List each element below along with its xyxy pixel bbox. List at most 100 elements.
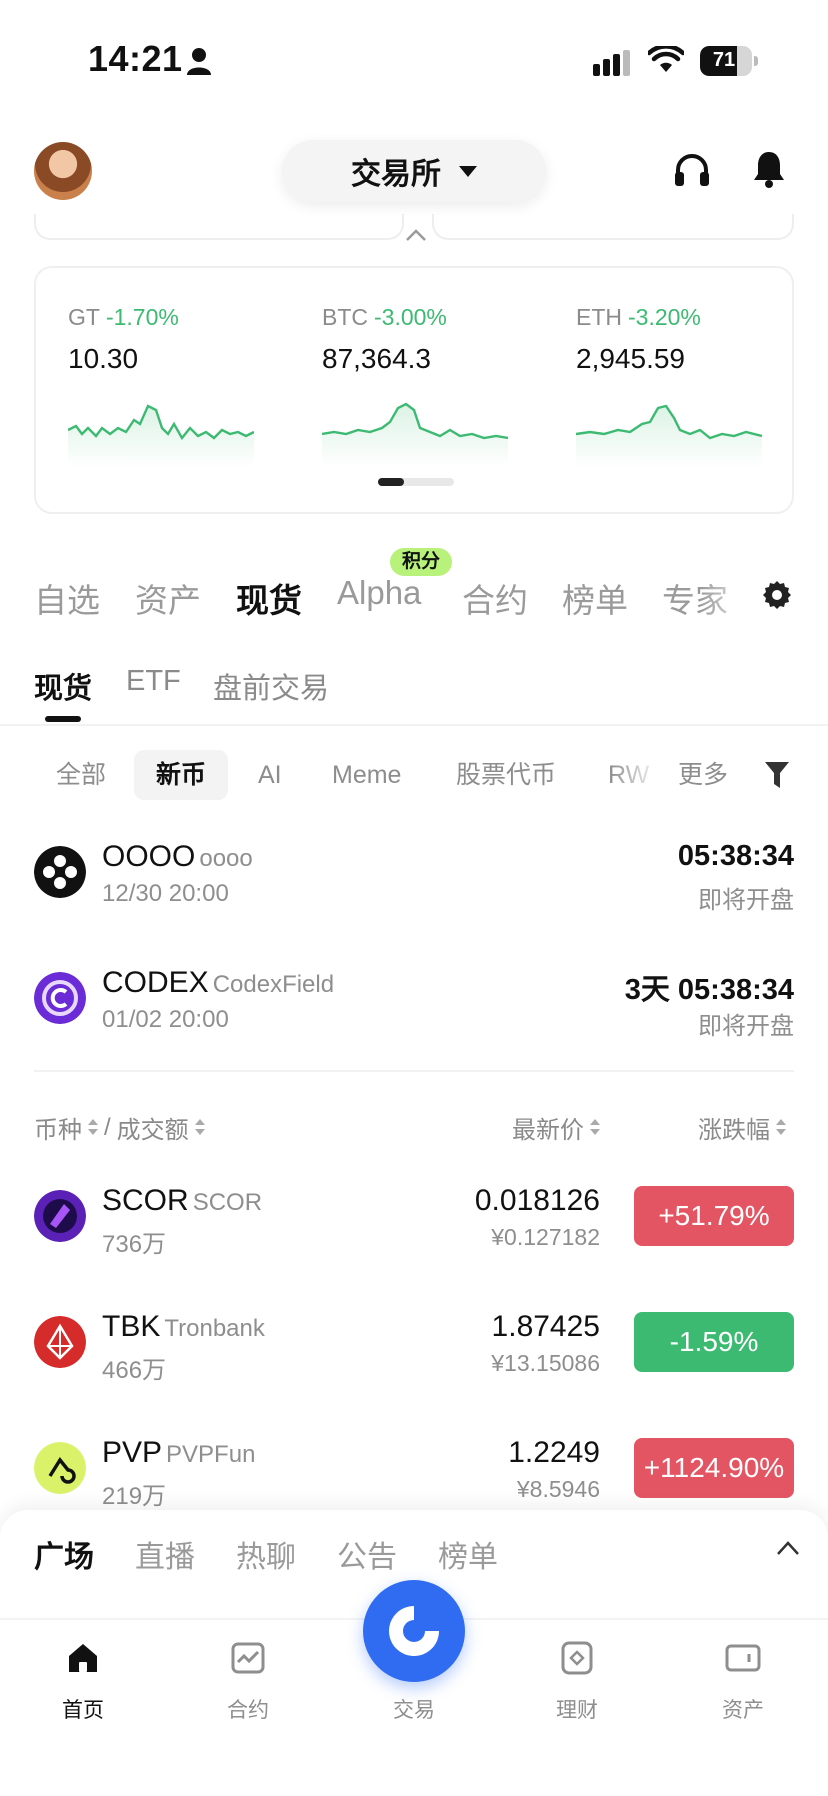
coin-symbol: OOOO — [102, 840, 196, 873]
pvp-logo-icon — [34, 1442, 86, 1494]
collapsed-banner-left — [34, 214, 404, 240]
coin-name: PVPFun — [166, 1441, 256, 1468]
ticker-btc[interactable]: BTC -3.00% 87,364.3 — [322, 304, 522, 375]
table-row[interactable]: SCOR SCOR — [102, 1184, 262, 1218]
chip-all[interactable]: 全部 — [34, 750, 128, 800]
subtab-spot[interactable]: 现货 — [34, 665, 92, 707]
headset-icon[interactable] — [674, 152, 710, 188]
ticker-symbol: GT — [68, 304, 100, 330]
tab-spot[interactable]: 现货 — [236, 574, 302, 622]
filter-icon[interactable] — [764, 760, 790, 790]
ticker-change: -3.00% — [374, 304, 447, 330]
coin-name: oooo — [199, 845, 253, 872]
coin-col-label: 币种 — [34, 1117, 82, 1144]
ticker-gt[interactable]: GT -1.70% 10.30 — [68, 304, 268, 375]
oooo-logo-icon — [34, 846, 86, 898]
exchange-label: 交易所 — [351, 158, 441, 191]
chip-meme[interactable]: Meme — [310, 750, 423, 800]
tab-alpha[interactable]: Alpha — [337, 574, 421, 612]
market-ticker-card[interactable]: GT -1.70% 10.30 BTC -3.00% 87,364.3 ETH -3.… — [34, 266, 794, 514]
coin-price-cny: ¥8.5946 — [516, 1476, 600, 1502]
nav-label: 理财 — [556, 1699, 598, 1722]
chip-stock-tokens[interactable]: 股票代币 — [434, 750, 578, 800]
sort-icon — [776, 1118, 786, 1137]
chevron-up-icon[interactable] — [405, 228, 427, 242]
feed-tab-rankings[interactable]: 榜单 — [438, 1532, 498, 1576]
coin-volume: 219万 — [102, 1483, 167, 1510]
table-row[interactable]: TBK Tronbank — [102, 1310, 265, 1344]
sort-price[interactable]: 最新价 — [512, 1110, 600, 1145]
sort-change[interactable]: 涨跌幅 — [698, 1110, 786, 1145]
sparkline-eth — [576, 404, 762, 468]
feed-tab-square[interactable]: 广场 — [34, 1532, 94, 1576]
listing-row[interactable]: OOOO oooo — [102, 840, 253, 874]
nav-earn[interactable]: 理财 — [517, 1610, 637, 1722]
battery-percent: 71 — [712, 49, 736, 71]
sparkline-gt — [68, 404, 254, 468]
sort-icon — [194, 1118, 205, 1137]
coin-symbol: CODEX — [102, 966, 209, 999]
ticker-change: -1.70% — [105, 304, 179, 330]
ticker-symbol: BTC — [322, 304, 368, 330]
feed-tab-hot-chat[interactable]: 热聊 — [236, 1532, 296, 1576]
price-col-label: 最新价 — [512, 1117, 584, 1144]
change-badge[interactable]: +51.79% — [634, 1186, 794, 1246]
coin-name: CodexField — [212, 971, 335, 998]
notification-bell-icon[interactable] — [752, 150, 786, 188]
ticker-eth[interactable]: ETH -3.20% 2,945.59 — [576, 304, 776, 375]
chip-new-coins[interactable]: 新币 — [134, 750, 229, 800]
change-badge[interactable]: -1.59% — [634, 1312, 794, 1372]
tab-rankings[interactable]: 榜单 — [562, 574, 628, 622]
table-row[interactable]: PVP PVPFun — [102, 1436, 255, 1470]
points-badge: 积分 — [390, 548, 453, 576]
cellular-signal-icon — [593, 50, 630, 76]
tab-watchlist[interactable]: 自选 — [34, 574, 100, 622]
nav-trade[interactable]: 交易 — [354, 1610, 474, 1722]
scor-logo-icon — [34, 1190, 86, 1242]
chip-ai[interactable]: AI — [236, 750, 304, 800]
home-icon — [69, 1644, 97, 1672]
subtab-underline — [45, 716, 81, 722]
gear-icon[interactable] — [762, 580, 792, 610]
listing-row[interactable]: CODEX CodexField — [102, 966, 334, 1000]
ticker-price: 10.30 — [68, 343, 139, 374]
sort-coin-volume[interactable]: 币种 / 成交额 — [34, 1110, 205, 1145]
ticker-change: -3.20% — [628, 304, 701, 330]
nav-home[interactable]: 首页 — [23, 1610, 143, 1722]
nav-label: 首页 — [62, 1699, 104, 1722]
change-badge[interactable]: +1124.90% — [634, 1438, 794, 1498]
nav-label: 资产 — [722, 1699, 764, 1722]
feed-tab-live[interactable]: 直播 — [135, 1532, 195, 1576]
coin-name: Tronbank — [164, 1315, 265, 1342]
exchange-switcher[interactable]: 交易所 — [282, 140, 546, 202]
listing-countdown: 3天 05:38:34 — [624, 974, 794, 1006]
listing-countdown: 05:38:34 — [677, 840, 794, 872]
tab-futures[interactable]: 合约 — [462, 574, 528, 622]
earn-icon — [561, 1641, 593, 1675]
sort-icon — [590, 1118, 600, 1137]
coin-volume: 466万 — [102, 1357, 167, 1384]
status-time: 14:21 — [88, 38, 183, 79]
futures-icon — [231, 1642, 265, 1674]
subtab-etf[interactable]: ETF — [126, 665, 181, 698]
coin-name: SCOR — [192, 1189, 263, 1216]
ticker-price: 87,364.3 — [322, 343, 431, 374]
chip-more[interactable]: 更多 — [656, 750, 750, 800]
nav-futures[interactable]: 合约 — [188, 1610, 308, 1722]
feed-tab-announcements[interactable]: 公告 — [337, 1532, 397, 1576]
listing-date: 01/02 20:00 — [102, 1006, 229, 1033]
avatar[interactable] — [34, 142, 92, 200]
nav-assets[interactable]: 资产 — [683, 1610, 803, 1722]
nav-label: 合约 — [227, 1699, 269, 1722]
coin-symbol: SCOR — [102, 1184, 189, 1217]
carousel-pager — [378, 478, 454, 486]
collapsed-banner-right — [432, 214, 794, 240]
change-col-label: 涨跌幅 — [698, 1117, 770, 1144]
wifi-icon — [648, 46, 684, 72]
ticker-symbol: ETH — [576, 304, 622, 330]
coin-price: 1.87425 — [491, 1310, 600, 1343]
listing-date: 12/30 20:00 — [102, 880, 229, 907]
chevron-up-icon[interactable] — [776, 1540, 800, 1556]
tab-assets[interactable]: 资产 — [135, 574, 201, 622]
subtab-premarket[interactable]: 盘前交易 — [213, 665, 329, 707]
